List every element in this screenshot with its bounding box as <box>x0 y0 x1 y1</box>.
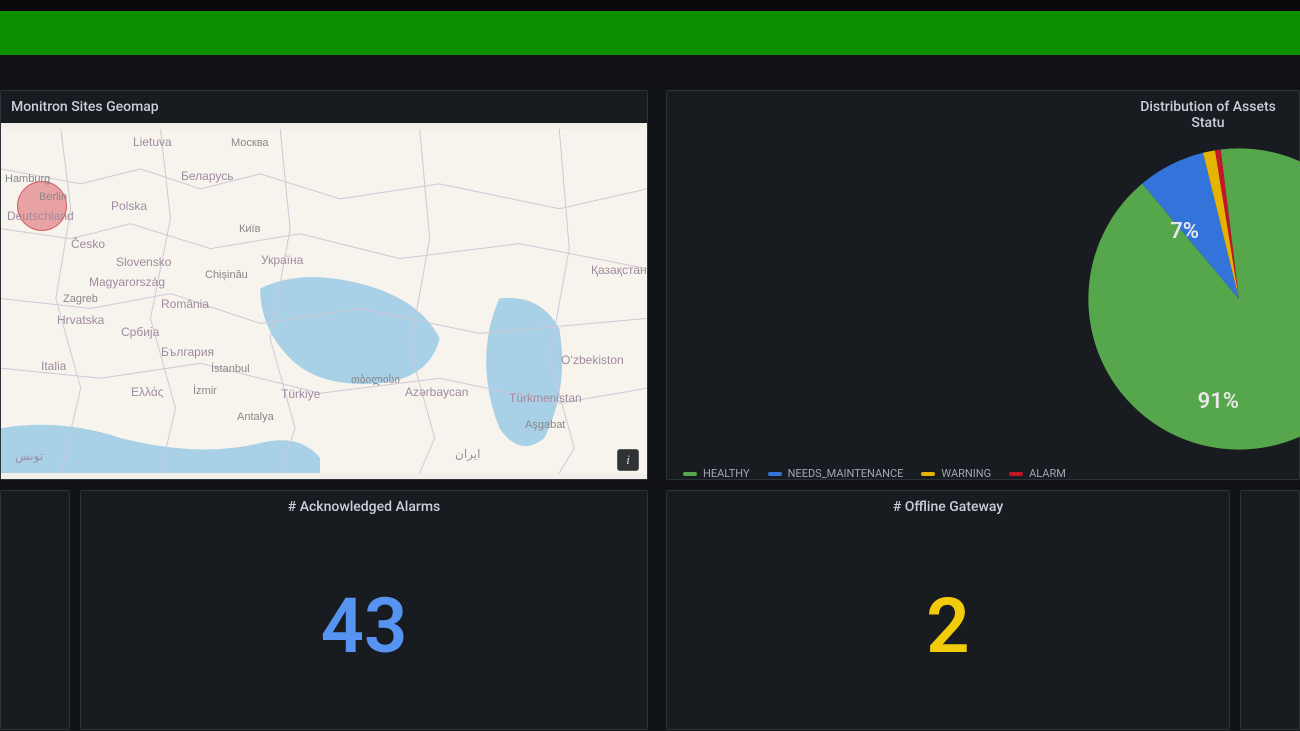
legend-label: NEEDS_MAINTENANCE <box>788 467 904 480</box>
stat-value-offline-gateway: 2 <box>926 581 969 671</box>
panel-asset-distribution: Distribution of Assets Statu 91% 7% <box>666 90 1300 480</box>
map-label-cesko: Česko <box>71 237 105 251</box>
top-bar <box>0 0 1300 11</box>
panel-title-offline-gateway: # Offline Gateway <box>667 491 1229 523</box>
pie-label-maint: 7% <box>1170 219 1199 244</box>
map-label-zagreb: Zagreb <box>63 293 98 305</box>
map-info-button[interactable]: i <box>617 449 639 471</box>
map-label-hrvatska: Hrvatska <box>57 313 104 327</box>
map-label-ellas: Ελλάς <box>131 385 164 399</box>
map-label-tounes: تونس <box>15 449 43 463</box>
panel-offline-gateway: # Offline Gateway 2 <box>666 490 1230 730</box>
map-label-turkiye: Türkiye <box>281 387 320 401</box>
map-label-hamburg: Hamburg <box>5 173 50 185</box>
map-label-srbija: Србија <box>121 325 159 339</box>
status-banner <box>0 11 1300 55</box>
map-label-izmir: İzmir <box>193 385 217 397</box>
map-label-romania: România <box>161 297 209 311</box>
stat-offline-gateway: 2 <box>667 523 1229 729</box>
map-label-istanbul: İstanbul <box>211 363 250 375</box>
legend-swatch <box>768 472 782 476</box>
legend-swatch <box>1009 472 1023 476</box>
dashboard-grid: Monitron Sites Geomap <box>0 90 1300 730</box>
legend-item-warning[interactable]: WARNING <box>921 467 991 480</box>
map-label-berlin: Berlin <box>39 191 67 203</box>
map-label-iran: ایران <box>455 447 480 461</box>
map-label-uzbekistan: Oʻzbekiston <box>561 353 624 367</box>
legend-item-healthy[interactable]: HEALTHY <box>683 467 750 480</box>
stat-ack-alarms: 43 <box>81 523 647 729</box>
map-label-ukraina: Україна <box>261 253 303 267</box>
map-label-kyiv: Київ <box>239 223 260 235</box>
map-label-slovensko: Slovensko <box>116 255 171 269</box>
panel-stat-sliver-left <box>0 490 70 730</box>
map-label-polska: Polska <box>111 199 147 213</box>
panel-title-ack-alarms: # Acknowledged Alarms <box>81 491 647 523</box>
map-label-moskva: Москва <box>231 137 269 149</box>
pie-svg <box>1069 139 1300 459</box>
pie-legend: HEALTHY NEEDS_MAINTENANCE WARNING ALARM <box>667 459 1299 488</box>
legend-swatch <box>683 472 697 476</box>
panel-title-pie: Distribution of Assets Statu <box>667 91 1299 139</box>
legend-swatch <box>921 472 935 476</box>
legend-item-maintenance[interactable]: NEEDS_MAINTENANCE <box>768 467 904 480</box>
stat-value-ack-alarms: 43 <box>321 581 408 671</box>
map-label-magyar: Magyarország <box>89 275 165 289</box>
map-label-azerbaijan: Azərbaycan <box>405 385 468 399</box>
info-icon: i <box>626 452 630 468</box>
panel-title-geomap: Monitron Sites Geomap <box>1 91 647 123</box>
map-label-italia: Italia <box>41 359 66 373</box>
pie-label-healthy: 91% <box>1198 389 1239 414</box>
legend-label: WARNING <box>941 467 991 480</box>
legend-item-alarm[interactable]: ALARM <box>1009 467 1066 480</box>
map-label-bulgaria: България <box>161 345 214 359</box>
legend-label: HEALTHY <box>703 467 750 480</box>
row2-right: # Offline Gateway 2 <box>666 490 1300 730</box>
map-label-turkmenistan: Türkmenistan <box>509 391 582 405</box>
map-site-marker[interactable] <box>17 181 67 231</box>
map-label-antalya: Antalya <box>237 411 274 423</box>
panel-ack-alarms: # Acknowledged Alarms 43 <box>80 490 648 730</box>
map-label-deutschland: Deutschland <box>7 209 74 223</box>
map-label-lietuva: Lietuva <box>133 135 172 149</box>
legend-label: ALARM <box>1029 467 1066 480</box>
row2-left: # Acknowledged Alarms 43 <box>0 490 648 730</box>
panel-geomap: Monitron Sites Geomap <box>0 90 648 480</box>
map-label-kazakhstan: Қазақстан <box>591 263 647 277</box>
map-label-chisinau: Chișinău <box>205 269 248 281</box>
pie-chart[interactable]: 91% 7% <box>667 139 1299 459</box>
map-label-belarus: Беларусь <box>181 169 233 183</box>
map-label-asgabat: Aşgabat <box>525 419 565 431</box>
map-body[interactable]: Москва Lietuva Berlin Hamburg Deutschlan… <box>1 123 647 479</box>
panel-stat-sliver-right <box>1240 490 1300 730</box>
map-label-tbilisi: თბილისი <box>351 373 400 386</box>
